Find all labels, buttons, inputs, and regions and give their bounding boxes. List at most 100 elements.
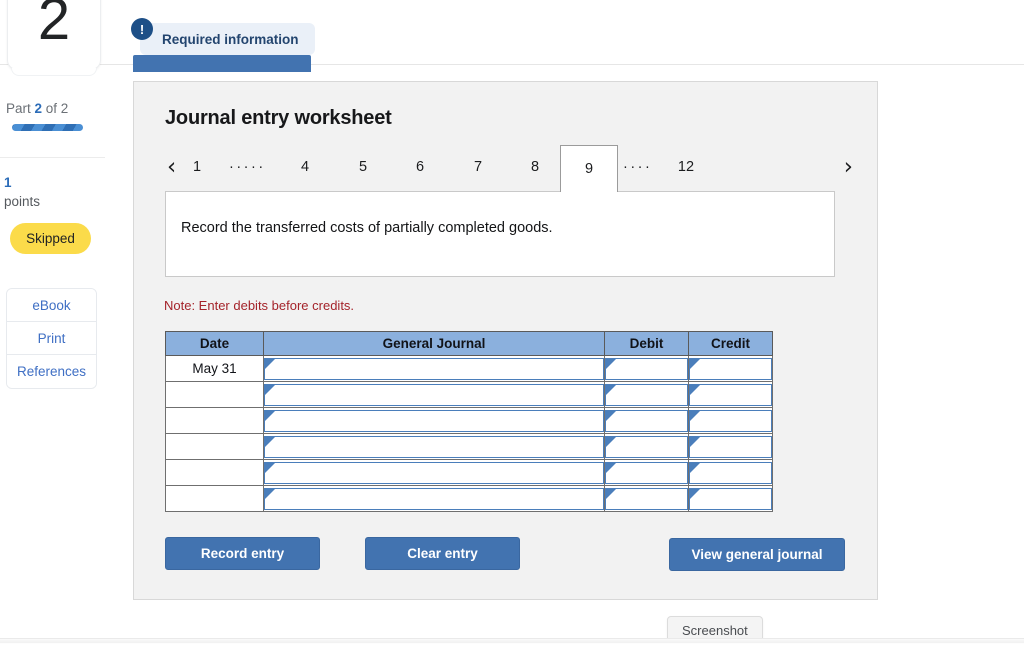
references-link-label: References — [16, 364, 87, 379]
table-row — [165, 485, 773, 512]
debit-cell[interactable] — [604, 459, 689, 486]
exclamation-icon-glyph: ! — [139, 21, 145, 37]
bottom-edge — [0, 638, 1024, 646]
general-journal-cell[interactable] — [263, 407, 605, 434]
general-journal-cell[interactable] — [263, 355, 605, 382]
general-journal-cell[interactable] — [263, 381, 605, 408]
part-indicator: Part 2 of 2 — [6, 101, 68, 116]
dropdown-triangle-icon[interactable] — [606, 488, 616, 499]
section-tab-bar — [133, 55, 311, 72]
table-row — [165, 381, 773, 408]
dropdown-triangle-icon[interactable] — [690, 488, 700, 499]
table-row — [165, 459, 773, 486]
exclamation-icon: ! — [131, 18, 153, 40]
dropdown-triangle-icon[interactable] — [606, 436, 616, 447]
view-general-journal-label: View general journal — [691, 547, 823, 562]
debit-cell[interactable] — [604, 381, 689, 408]
pager-page-8[interactable]: 8 — [523, 157, 547, 177]
date-cell[interactable] — [165, 407, 264, 434]
journal-entry-panel: Journal entry worksheet ‹ 1 ····· 4 5 6 … — [133, 81, 878, 600]
dropdown-triangle-icon[interactable] — [265, 410, 275, 421]
dropdown-triangle-icon[interactable] — [606, 462, 616, 473]
table-row: May 31 — [165, 355, 773, 382]
page-root: 2 Part 2 of 2 1 points Skipped eBook Pri… — [0, 0, 1024, 646]
dropdown-triangle-icon[interactable] — [690, 462, 700, 473]
pager-page-4[interactable]: 4 — [293, 157, 317, 177]
column-header-general-journal: General Journal — [263, 331, 605, 356]
table-header-row: Date General Journal Debit Credit — [165, 331, 773, 356]
pager-next-icon[interactable]: › — [844, 155, 853, 179]
dropdown-triangle-icon[interactable] — [690, 410, 700, 421]
debit-cell[interactable] — [604, 485, 689, 512]
credit-cell[interactable] — [688, 459, 773, 486]
debit-cell[interactable] — [604, 355, 689, 382]
points-value: 1 — [4, 175, 12, 190]
record-entry-label: Record entry — [200, 546, 285, 561]
dropdown-triangle-icon[interactable] — [265, 462, 275, 473]
pager-ellipsis-right: ···· — [623, 159, 653, 175]
credit-cell[interactable] — [688, 433, 773, 460]
question-number: 2 — [37, 0, 71, 52]
general-journal-cell[interactable] — [263, 433, 605, 460]
dropdown-triangle-icon[interactable] — [690, 358, 700, 369]
dropdown-triangle-icon[interactable] — [690, 436, 700, 447]
sidebar-divider — [0, 157, 105, 158]
question-number-card: 2 — [7, 0, 101, 70]
ebook-link-label: eBook — [32, 297, 71, 313]
pager-prev-icon[interactable]: ‹ — [167, 155, 176, 179]
screenshot-tooltip-label: Screenshot — [682, 623, 748, 638]
dropdown-triangle-icon[interactable] — [606, 410, 616, 421]
dropdown-triangle-icon[interactable] — [265, 436, 275, 447]
column-header-debit: Debit — [604, 331, 689, 356]
question-sidebar: 2 — [0, 0, 112, 70]
pager-page-12[interactable]: 12 — [674, 157, 698, 177]
pager-page-5[interactable]: 5 — [351, 157, 375, 177]
clear-entry-label: Clear entry — [407, 546, 478, 561]
credit-cell[interactable] — [688, 485, 773, 512]
general-journal-cell[interactable] — [263, 485, 605, 512]
date-cell[interactable] — [165, 459, 264, 486]
pager-page-7[interactable]: 7 — [466, 157, 490, 177]
required-information-label: Required information — [162, 31, 299, 47]
dropdown-triangle-icon[interactable] — [606, 358, 616, 369]
part-current: 2 — [34, 101, 43, 116]
page-title: Journal entry worksheet — [165, 107, 392, 129]
column-header-date: Date — [165, 331, 264, 356]
clear-entry-button[interactable]: Clear entry — [365, 537, 520, 570]
part-suffix: of 2 — [42, 101, 69, 116]
references-link[interactable]: References — [7, 355, 96, 388]
dropdown-triangle-icon[interactable] — [265, 384, 275, 395]
general-journal-cell[interactable] — [263, 459, 605, 486]
pager-ellipsis-left: ····· — [229, 159, 266, 175]
dropdown-triangle-icon[interactable] — [690, 384, 700, 395]
credit-cell[interactable] — [688, 355, 773, 382]
print-link-label: Print — [37, 330, 66, 346]
question-card-underlay — [11, 68, 97, 76]
worksheet-pager: ‹ 1 ····· 4 5 6 7 8 9 ···· 12 › — [159, 144, 855, 192]
dropdown-triangle-icon[interactable] — [265, 488, 275, 499]
table-row — [165, 407, 773, 434]
part-progress-bar — [12, 124, 83, 131]
pager-page-1[interactable]: 1 — [185, 157, 209, 177]
dropdown-triangle-icon[interactable] — [606, 384, 616, 395]
debit-cell[interactable] — [604, 407, 689, 434]
credit-cell[interactable] — [688, 381, 773, 408]
column-header-credit: Credit — [688, 331, 773, 356]
date-cell[interactable] — [165, 433, 264, 460]
ebook-link[interactable]: eBook — [7, 289, 96, 322]
debit-cell[interactable] — [604, 433, 689, 460]
prompt-box: Record the transferred costs of partiall… — [165, 191, 835, 277]
record-entry-button[interactable]: Record entry — [165, 537, 320, 570]
date-cell[interactable] — [165, 485, 264, 512]
part-prefix: Part — [6, 101, 35, 116]
pager-page-6[interactable]: 6 — [408, 157, 432, 177]
date-cell[interactable]: May 31 — [165, 355, 264, 382]
status-badge: Skipped — [10, 223, 91, 254]
resource-links: eBook Print References — [6, 288, 97, 389]
view-general-journal-button[interactable]: View general journal — [669, 538, 845, 571]
print-link[interactable]: Print — [7, 322, 96, 355]
dropdown-triangle-icon[interactable] — [265, 358, 275, 369]
credit-cell[interactable] — [688, 407, 773, 434]
pager-page-9-active[interactable]: 9 — [560, 145, 618, 192]
date-cell[interactable] — [165, 381, 264, 408]
